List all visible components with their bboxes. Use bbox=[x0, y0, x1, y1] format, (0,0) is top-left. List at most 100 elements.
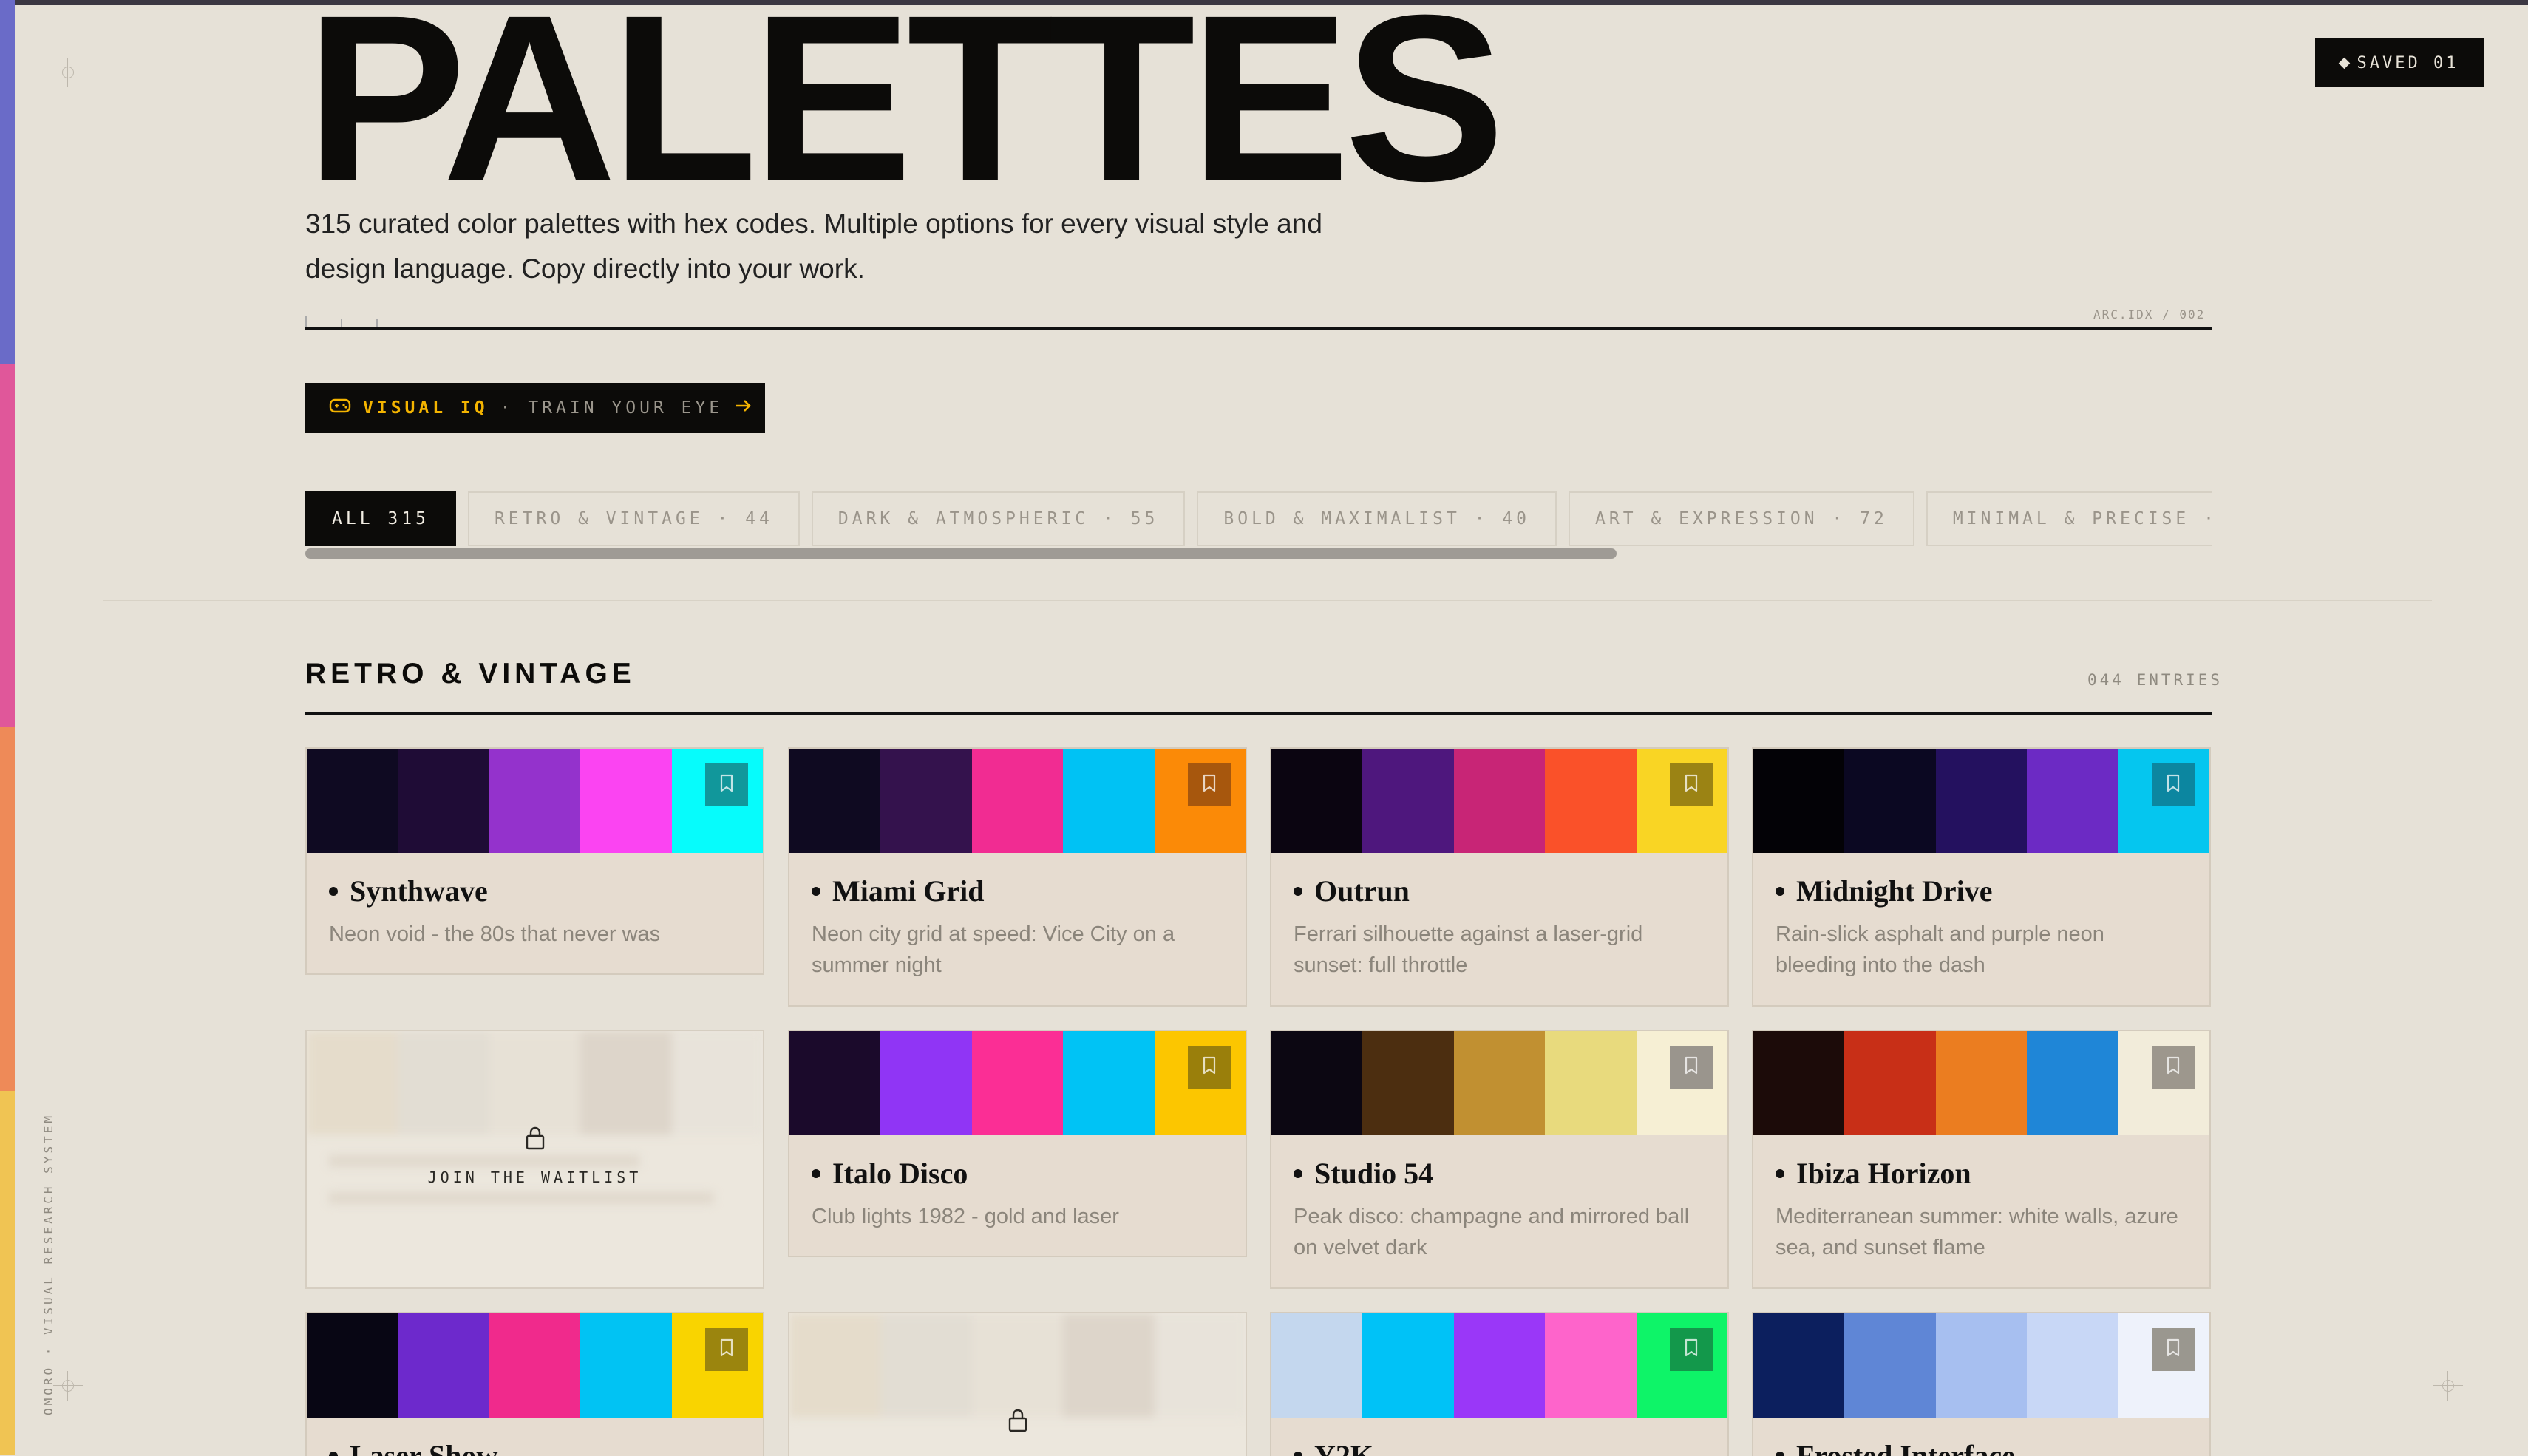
palette-description: Rain-slick asphalt and purple neon bleed… bbox=[1776, 922, 2104, 977]
bookmark-button[interactable] bbox=[1187, 763, 1231, 806]
filter-chip[interactable]: ART & EXPRESSION · 72 bbox=[1569, 491, 1914, 546]
locked-card[interactable] bbox=[788, 1312, 1247, 1456]
palette-card[interactable]: Outrun Ferrari silhouette against a laser… bbox=[1270, 747, 1729, 1007]
lock-icon bbox=[524, 1126, 546, 1154]
color-swatch[interactable] bbox=[671, 1313, 764, 1418]
color-swatch[interactable] bbox=[2027, 1031, 2118, 1135]
palette-name: Y2K bbox=[1294, 1438, 1705, 1456]
color-swatch[interactable] bbox=[1154, 1031, 1246, 1135]
bookmark-button[interactable] bbox=[2151, 1328, 2195, 1371]
bookmark-icon bbox=[1682, 1055, 1700, 1080]
color-swatch[interactable] bbox=[1753, 749, 1845, 853]
color-swatch[interactable] bbox=[2027, 749, 2118, 853]
color-swatch[interactable] bbox=[1362, 749, 1454, 853]
visual-iq-label: VISUAL IQ bbox=[363, 398, 489, 418]
color-swatch[interactable] bbox=[1271, 749, 1363, 853]
color-swatch[interactable] bbox=[580, 1313, 672, 1418]
visual-iq-sub: · TRAIN YOUR EYE bbox=[500, 398, 724, 418]
palette-card[interactable]: Frosted Interface bbox=[1752, 1312, 2211, 1456]
color-swatch[interactable] bbox=[1545, 1031, 1637, 1135]
color-swatch[interactable] bbox=[1271, 1031, 1363, 1135]
color-swatch[interactable] bbox=[1453, 749, 1546, 853]
color-swatch[interactable] bbox=[307, 1313, 398, 1418]
bullet-dot bbox=[1294, 1451, 1302, 1456]
color-swatch[interactable] bbox=[2118, 1313, 2210, 1418]
color-swatch[interactable] bbox=[2118, 749, 2210, 853]
palette-name-text: Midnight Drive bbox=[1796, 874, 1993, 908]
color-swatch[interactable] bbox=[1844, 1313, 1936, 1418]
filter-chip[interactable]: MINIMAL & PRECISE · 40 bbox=[1926, 491, 2212, 546]
filter-chip[interactable]: RETRO & VINTAGE · 44 bbox=[467, 491, 800, 546]
color-swatch[interactable] bbox=[1271, 1313, 1363, 1418]
saved-button[interactable]: SAVED 01 bbox=[2315, 38, 2484, 87]
color-swatch[interactable] bbox=[398, 749, 489, 853]
palette-card[interactable]: Midnight Drive Rain-slick asphalt and pur… bbox=[1752, 747, 2211, 1007]
color-swatch[interactable] bbox=[789, 749, 881, 853]
palette-name-text: Frosted Interface bbox=[1796, 1439, 2015, 1456]
color-swatch[interactable] bbox=[1063, 1031, 1155, 1135]
palette-description: Neon city grid at speed: Vice City on a … bbox=[812, 922, 1175, 977]
bookmark-button[interactable] bbox=[2151, 1046, 2195, 1089]
color-swatch[interactable] bbox=[1545, 1313, 1637, 1418]
filter-scrollbar[interactable] bbox=[305, 548, 1617, 559]
color-swatch[interactable] bbox=[1935, 1031, 2028, 1135]
color-swatch[interactable] bbox=[398, 1313, 489, 1418]
color-swatch[interactable] bbox=[1453, 1313, 1546, 1418]
palette-card[interactable]: Y2K bbox=[1270, 1312, 1729, 1456]
palette-card[interactable]: Synthwave Neon void - the 80s that never … bbox=[305, 747, 764, 975]
color-swatch[interactable] bbox=[2027, 1313, 2118, 1418]
filter-chip[interactable]: DARK & ATMOSPHERIC · 55 bbox=[811, 491, 1186, 546]
palette-name-text: Miami Grid bbox=[832, 874, 985, 908]
color-swatch[interactable] bbox=[1362, 1313, 1454, 1418]
color-swatch[interactable] bbox=[880, 1031, 972, 1135]
palette-name: Italo Disco bbox=[812, 1156, 1223, 1191]
color-swatch[interactable] bbox=[1935, 749, 2028, 853]
color-swatch[interactable] bbox=[971, 749, 1064, 853]
arrow-right-icon bbox=[735, 398, 752, 418]
bookmark-button[interactable] bbox=[1187, 1046, 1231, 1089]
color-swatch[interactable] bbox=[1545, 749, 1637, 853]
color-swatch[interactable] bbox=[1844, 1031, 1936, 1135]
bookmark-button[interactable] bbox=[2151, 763, 2195, 806]
bookmark-button[interactable] bbox=[704, 763, 748, 806]
palette-card[interactable]: Ibiza Horizon Mediterranean summer: white… bbox=[1752, 1030, 2211, 1289]
palette-name-text: Synthwave bbox=[350, 874, 488, 908]
bookmark-button[interactable] bbox=[1669, 1328, 1713, 1371]
color-swatch[interactable] bbox=[1636, 749, 1728, 853]
color-swatch[interactable] bbox=[489, 1313, 581, 1418]
palette-card[interactable]: Laser Show bbox=[305, 1312, 764, 1456]
color-swatch[interactable] bbox=[1753, 1031, 1845, 1135]
palette-name: Synthwave bbox=[329, 874, 741, 908]
color-swatch[interactable] bbox=[489, 749, 581, 853]
color-swatch[interactable] bbox=[1063, 749, 1155, 853]
color-swatch[interactable] bbox=[1935, 1313, 2028, 1418]
bookmark-button[interactable] bbox=[1669, 763, 1713, 806]
color-swatch[interactable] bbox=[1362, 1031, 1454, 1135]
palette-card[interactable]: Studio 54 Peak disco: champagne and mirro… bbox=[1270, 1030, 1729, 1289]
locked-card[interactable]: JOIN THE WAITLIST bbox=[305, 1030, 764, 1289]
palette-card[interactable]: Italo Disco Club lights 1982 - gold and l… bbox=[788, 1030, 1247, 1257]
color-swatch[interactable] bbox=[1844, 749, 1936, 853]
visual-iq-button[interactable]: VISUAL IQ · TRAIN YOUR EYE bbox=[305, 383, 765, 433]
color-swatch[interactable] bbox=[1453, 1031, 1546, 1135]
page-intro: 315 curated color palettes with hex code… bbox=[305, 208, 1322, 284]
color-swatch[interactable] bbox=[789, 1031, 881, 1135]
color-swatch[interactable] bbox=[307, 749, 398, 853]
palette-card[interactable]: Miami Grid Neon city grid at speed: Vice … bbox=[788, 747, 1247, 1007]
bookmark-button[interactable] bbox=[1669, 1046, 1713, 1089]
color-swatch[interactable] bbox=[1636, 1031, 1728, 1135]
bookmark-icon bbox=[1200, 773, 1218, 797]
gamepad-icon bbox=[329, 398, 351, 418]
rail-segment bbox=[0, 364, 15, 727]
filter-chip[interactable]: ALL 315 bbox=[305, 491, 456, 546]
color-swatch[interactable] bbox=[1753, 1313, 1845, 1418]
color-swatch[interactable] bbox=[880, 749, 972, 853]
color-swatch[interactable] bbox=[1154, 749, 1246, 853]
bookmark-button[interactable] bbox=[704, 1328, 748, 1371]
color-swatch[interactable] bbox=[971, 1031, 1064, 1135]
color-swatch[interactable] bbox=[671, 749, 764, 853]
color-swatch[interactable] bbox=[1636, 1313, 1728, 1418]
color-swatch[interactable] bbox=[580, 749, 672, 853]
color-swatch[interactable] bbox=[2118, 1031, 2210, 1135]
filter-chip[interactable]: BOLD & MAXIMALIST · 40 bbox=[1197, 491, 1557, 546]
